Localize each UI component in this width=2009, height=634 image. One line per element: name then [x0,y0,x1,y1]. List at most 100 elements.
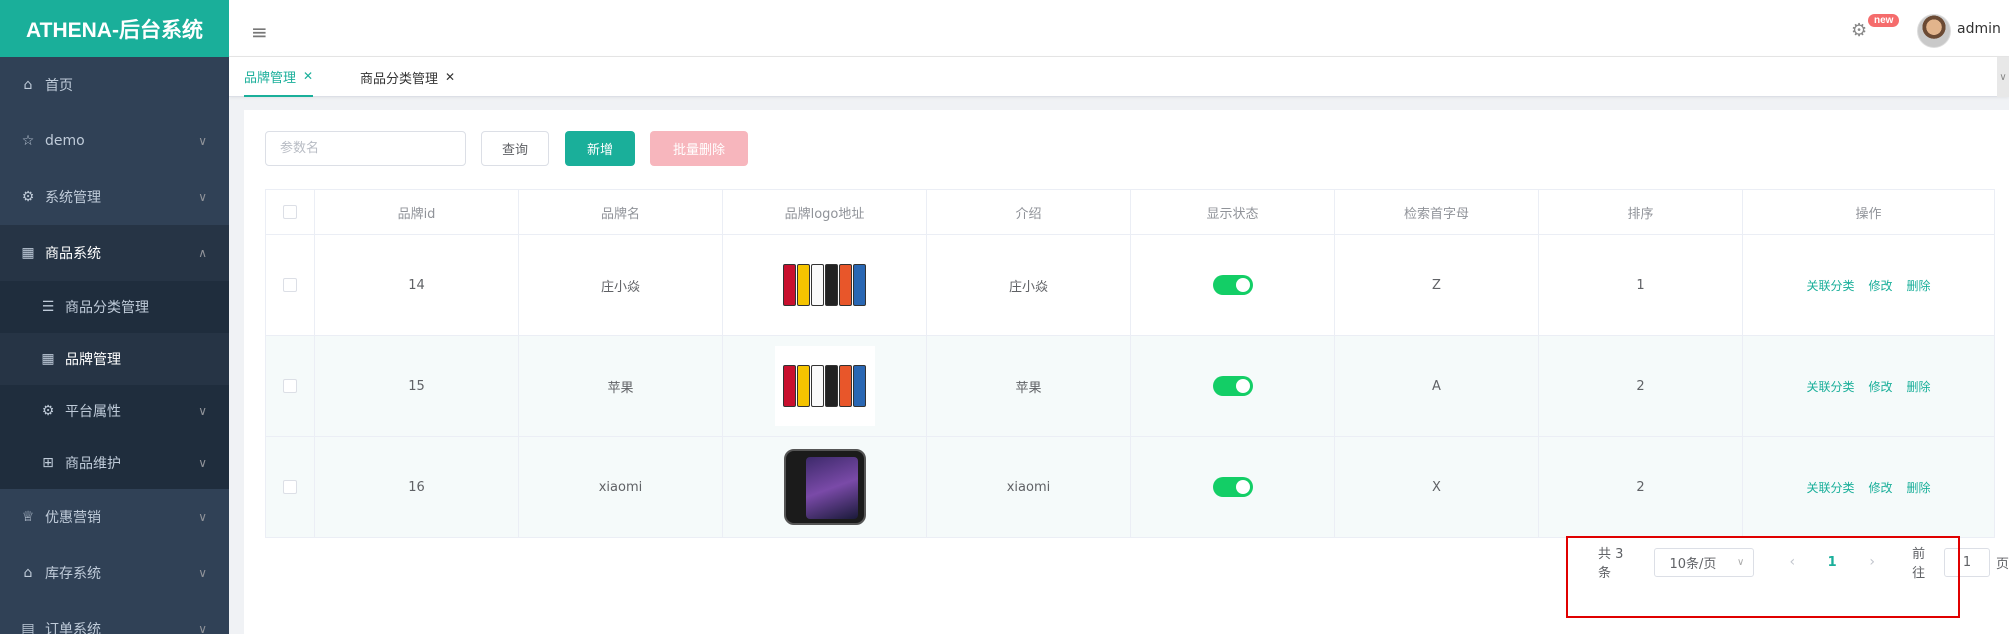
avatar[interactable] [1917,14,1951,48]
select-all-cell [265,189,315,235]
close-icon[interactable]: ✕ [303,69,313,83]
brand-logo-image [774,346,875,426]
sidebar-item-brand[interactable]: ▦ 品牌管理 [0,333,229,385]
sidebar-item-label: 品牌管理 [65,352,121,368]
status-switch[interactable] [1212,477,1253,497]
cell-intro: 庄小焱 [926,234,1131,336]
chevron-down-icon: ∨ [198,134,207,148]
tab-label: 品牌管理 [244,70,297,86]
cell-logo [722,335,927,437]
search-input[interactable] [265,131,466,166]
relate-category-link[interactable]: 关联分类 [1806,481,1854,495]
row-select-cell [265,335,315,437]
sidebar-item-attr[interactable]: ⚙ 平台属性 ∨ [0,385,229,437]
cell-sort: 2 [1538,436,1743,538]
row-checkbox[interactable] [283,480,297,494]
sidebar-item-label: 系统管理 [45,190,101,206]
cell-sort: 2 [1538,335,1743,437]
sidebar-item-product[interactable]: ▦ 商品系统 ∧ [0,225,229,281]
sidebar-item-maintain[interactable]: ⊞ 商品维护 ∨ [0,437,229,489]
sidebar-item-label: 优惠营销 [45,510,101,526]
column-header: 显示状态 [1130,189,1335,235]
relate-category-link[interactable]: 关联分类 [1806,380,1854,394]
column-header: 操作 [1742,189,1995,235]
status-switch[interactable] [1212,275,1253,295]
document-icon: ▤ [21,621,35,634]
apps-icon: ⊞ [42,455,54,471]
edit-link[interactable]: 修改 [1868,279,1892,293]
sidebar-item-home[interactable]: ⌂ 首页 [0,57,229,113]
status-switch[interactable] [1212,376,1253,396]
cell-name: 苹果 [518,335,723,437]
column-header: 品牌id [314,189,519,235]
sidebar-item-label: 平台属性 [65,404,121,420]
cell-id: 16 [314,436,519,538]
delete-link[interactable]: 删除 [1907,279,1931,293]
trophy-icon: ♕ [21,509,35,525]
brand-logo-image [783,449,866,525]
cell-letter: X [1334,436,1539,538]
cell-name: xiaomi [518,436,723,538]
cell-id: 14 [314,234,519,336]
cell-actions: 关联分类 修改 删除 [1742,335,1995,437]
sidebar-item-demo[interactable]: ☆ demo ∨ [0,113,229,169]
chevron-down-icon: ∨ [198,404,207,418]
app-logo[interactable]: ATHENA-后台系统 [0,0,229,57]
select-all-checkbox[interactable] [283,205,297,219]
chevron-down-icon: ∨ [198,456,207,470]
tab-scroll-icon[interactable]: ∨ [1997,57,2009,97]
sidebar-item-order[interactable]: ▤ 订单系统 ∨ [0,601,229,634]
grid-icon: ▦ [41,351,55,367]
chevron-down-icon: ∨ [198,566,207,580]
highlight-box [1566,536,1960,618]
gear-icon: ⚙ [41,403,55,419]
table-row: 16 xiaomi xiaomi X 2 关联分类 修改 删除 [265,436,1995,538]
add-button[interactable]: 新增 [565,131,635,166]
sidebar-item-system[interactable]: ⚙ 系统管理 ∨ [0,169,229,225]
sidebar-item-marketing[interactable]: ♕ 优惠营销 ∨ [0,489,229,545]
sidebar-item-label: 商品维护 [65,456,121,472]
tab-brand[interactable]: 品牌管理 ✕ [244,57,314,97]
tab-category[interactable]: 商品分类管理 ✕ [360,57,455,97]
sidebar-item-label: 库存系统 [45,566,101,582]
cell-status [1130,234,1335,336]
query-button[interactable]: 查询 [481,131,549,166]
grid-icon: ▦ [21,245,35,261]
batch-delete-button[interactable]: 批量删除 [650,131,748,166]
row-select-cell [265,234,315,336]
cell-intro: xiaomi [926,436,1131,538]
column-header: 排序 [1538,189,1743,235]
relate-category-link[interactable]: 关联分类 [1806,279,1854,293]
chevron-down-icon: ∨ [198,622,207,634]
brand-table: 品牌id 品牌名 品牌logo地址 介绍 显示状态 检索首字母 排序 操作 14… [265,189,1995,538]
new-badge: new [1868,14,1900,27]
edit-link[interactable]: 修改 [1868,481,1892,495]
row-checkbox[interactable] [283,278,297,292]
delete-link[interactable]: 删除 [1907,481,1931,495]
username[interactable]: admin [1957,21,2001,37]
tab-bar: 品牌管理 ✕ 商品分类管理 ✕ ∨ [229,57,2009,97]
delete-link[interactable]: 删除 [1907,380,1931,394]
sidebar-item-inventory[interactable]: ⌂ 库存系统 ∨ [0,545,229,601]
list-icon: ☰ [41,299,55,315]
cell-actions: 关联分类 修改 删除 [1742,234,1995,336]
sidebar: ATHENA-后台系统 ⌂ 首页 ☆ demo ∨ ⚙ 系统管理 ∨ ▦ 商品系… [0,0,229,634]
settings-gear-icon[interactable]: ⚙ [1851,20,1867,41]
chevron-down-icon: ∨ [198,190,207,204]
sidebar-item-category[interactable]: ☰ 商品分类管理 [0,281,229,333]
edit-link[interactable]: 修改 [1868,380,1892,394]
row-select-cell [265,436,315,538]
row-checkbox[interactable] [283,379,297,393]
hamburger-icon[interactable]: ≡ [251,20,268,44]
close-icon[interactable]: ✕ [445,70,455,84]
top-header: ≡ ⚙ new admin [229,0,2009,57]
table-row: 15 苹果 苹果 A 2 关联分类 修改 删除 [265,335,1995,437]
gear-icon: ⚙ [21,189,35,205]
cell-logo [722,234,927,336]
cell-sort: 1 [1538,234,1743,336]
cell-letter: A [1334,335,1539,437]
table-row: 14 庄小焱 庄小焱 Z 1 关联分类 修改 删除 [265,234,1995,336]
column-header: 检索首字母 [1334,189,1539,235]
home-icon: ⌂ [23,77,33,93]
cell-id: 15 [314,335,519,437]
